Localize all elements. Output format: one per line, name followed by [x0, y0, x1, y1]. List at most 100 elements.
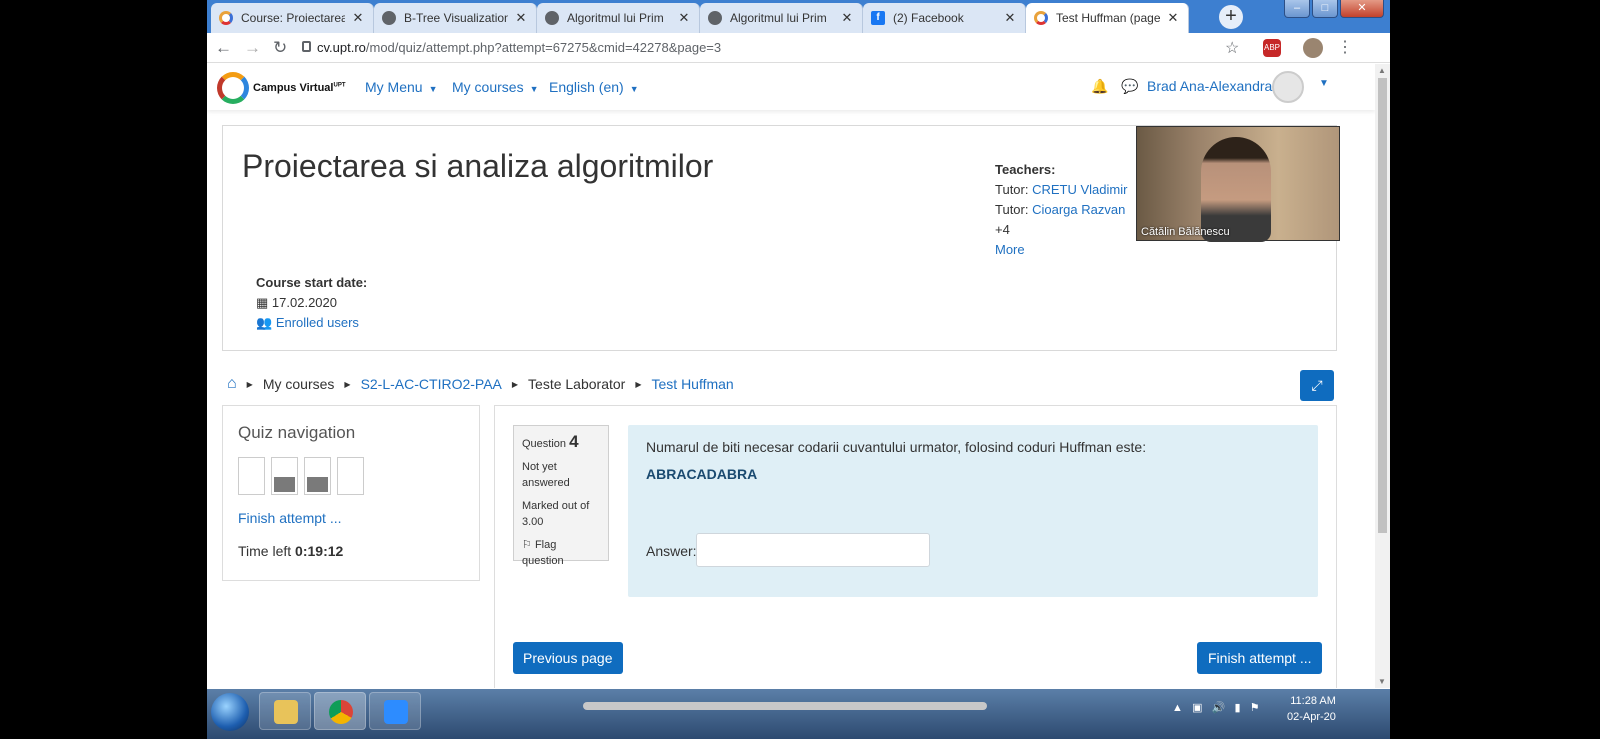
enrolled-users-link[interactable]: 👥 Enrolled users — [256, 315, 359, 331]
tab-title: Course: Proiectarea si — [241, 11, 345, 25]
breadcrumb-separator-icon: ▶ — [511, 379, 519, 389]
user-avatar[interactable] — [1272, 71, 1304, 103]
caret-down-icon: ▼ — [629, 84, 639, 94]
tab-course[interactable]: Course: Proiectarea si ✕ — [211, 3, 374, 33]
taskbar-chrome[interactable] — [314, 692, 366, 730]
reload-icon[interactable]: ↻ — [273, 38, 287, 58]
question-content: Numarul de biti necesar codarii cuvantul… — [628, 425, 1318, 597]
page-scrollbar[interactable]: ▲ ▼ — [1375, 64, 1390, 688]
my-courses-dropdown[interactable]: My courses ▼ — [452, 79, 539, 95]
folder-icon — [274, 700, 298, 724]
language-dropdown[interactable]: English (en) ▼ — [549, 79, 639, 95]
globe-icon — [708, 11, 722, 25]
teacher-link[interactable]: Cioarga Razvan — [1032, 202, 1125, 217]
scroll-down-icon[interactable]: ▼ — [1378, 677, 1386, 686]
calendar-icon: ▦ — [256, 295, 269, 310]
volume-icon[interactable]: 🔊 — [1212, 702, 1226, 714]
close-icon[interactable]: ✕ — [677, 10, 691, 26]
back-arrow-icon[interactable]: ← — [215, 38, 232, 58]
taskbar-zoom[interactable] — [369, 692, 421, 730]
flag-tray-icon[interactable]: ⚑ — [1250, 702, 1260, 714]
minimize-button[interactable]: – — [1284, 0, 1310, 18]
tab-test-huffman[interactable]: Test Huffman (page 4 ✕ — [1026, 3, 1189, 33]
tray-device-icon[interactable]: ▣ — [1192, 702, 1202, 714]
close-icon[interactable]: ✕ — [1003, 10, 1017, 26]
teacher-role: Tutor: — [995, 182, 1029, 197]
clock-time: 11:28 AM — [1290, 695, 1336, 707]
answered-marker — [274, 477, 295, 492]
tab-title: Algoritmul lui Prim — [730, 11, 827, 25]
tab-prim-1[interactable]: Algoritmul lui Prim ✕ — [537, 3, 700, 33]
window-controls: – □ ✕ — [1284, 0, 1384, 18]
maximize-button[interactable]: □ — [1312, 0, 1338, 18]
close-icon[interactable]: ✕ — [514, 10, 528, 26]
taskbar-clock[interactable]: 11:28 AM 02-Apr-20 — [1287, 693, 1336, 725]
my-menu-dropdown[interactable]: My Menu ▼ — [365, 79, 438, 95]
breadcrumb-teste-laborator[interactable]: Teste Laborator — [528, 376, 625, 392]
breadcrumb-separator-icon: ▶ — [635, 379, 642, 389]
previous-page-button[interactable]: Previous page — [513, 642, 623, 674]
time-left-label: Time left — [238, 543, 292, 559]
teachers-label: Teachers: — [995, 162, 1056, 177]
teacher-link[interactable]: CRETU Vladimir — [1032, 182, 1127, 197]
signal-icon[interactable]: ▮ — [1235, 702, 1241, 714]
question-status: Not yet answered — [522, 461, 570, 489]
quiz-nav-question-2[interactable] — [271, 457, 298, 495]
new-tab-button[interactable]: + — [1219, 5, 1243, 29]
system-tray: ▲ ▣ 🔊 ▮ ⚑ — [1172, 701, 1260, 714]
breadcrumb-my-courses[interactable]: My courses — [263, 376, 335, 392]
menu-label: My courses — [452, 79, 524, 95]
profile-avatar[interactable] — [1303, 38, 1323, 58]
menu-kebab-icon[interactable]: ⋮ — [1337, 37, 1353, 57]
flag-question-link[interactable]: ⚐ Flag question — [522, 537, 600, 569]
zoom-icon — [384, 700, 408, 724]
tab-btree[interactable]: B-Tree Visualization ✕ — [374, 3, 537, 33]
video-call-overlay[interactable]: Cătălin Bălănescu — [1136, 126, 1340, 242]
tab-prim-2[interactable]: Algoritmul lui Prim ✕ — [700, 3, 863, 33]
fullscreen-expand-button[interactable]: ⤢ — [1300, 370, 1334, 401]
course-start-label: Course start date: — [256, 275, 368, 290]
course-title: Proiectarea si analiza algoritmilor — [242, 148, 714, 184]
moodle-navbar: Campus VirtualUPT My Menu ▼ My courses ▼ E… — [207, 64, 1375, 110]
bell-icon[interactable]: 🔔 — [1091, 78, 1108, 95]
close-icon[interactable]: ✕ — [1166, 10, 1180, 26]
screen-share-scroll-pill[interactable] — [583, 702, 987, 710]
adblock-icon[interactable]: ABP — [1263, 39, 1281, 57]
home-icon[interactable]: ⌂ — [227, 375, 237, 393]
user-name[interactable]: Brad Ana-Alexandra — [1147, 78, 1272, 94]
question-number: 4 — [569, 432, 579, 451]
caret-down-icon: ▼ — [529, 84, 539, 94]
tray-arrow-icon[interactable]: ▲ — [1172, 702, 1183, 714]
answer-input[interactable] — [696, 533, 930, 567]
scroll-up-icon[interactable]: ▲ — [1378, 66, 1386, 75]
start-date-value: 17.02.2020 — [271, 295, 337, 310]
scrollbar-thumb[interactable] — [1378, 78, 1387, 533]
breadcrumb-separator-icon: ▶ — [246, 379, 253, 389]
more-teachers-link[interactable]: More — [995, 242, 1025, 257]
window-close-button[interactable]: ✕ — [1340, 0, 1384, 18]
finish-attempt-link[interactable]: Finish attempt ... — [238, 510, 341, 526]
forward-arrow-icon[interactable]: → — [244, 38, 261, 58]
quiz-nav-question-3[interactable] — [304, 457, 331, 495]
logo-text: Campus VirtualUPT — [253, 82, 346, 94]
url-field[interactable]: cv.upt.ro/mod/quiz/attempt.php?attempt=6… — [317, 40, 721, 55]
lock-icon — [302, 41, 311, 52]
breadcrumb-course[interactable]: S2-L-AC-CTIRO2-PAA — [361, 376, 502, 392]
tab-facebook[interactable]: f (2) Facebook ✕ — [863, 3, 1026, 33]
quiz-nav-question-1[interactable] — [238, 457, 265, 495]
close-icon[interactable]: ✕ — [840, 10, 854, 26]
close-icon[interactable]: ✕ — [351, 10, 365, 26]
globe-icon — [545, 11, 559, 25]
taskbar-explorer[interactable] — [259, 692, 311, 730]
chat-bubble-icon[interactable]: 💬 — [1121, 78, 1138, 95]
campus-virtual-logo-icon[interactable] — [217, 72, 249, 104]
windows-start-button[interactable] — [211, 693, 249, 731]
finish-attempt-button[interactable]: Finish attempt ... — [1197, 642, 1323, 674]
bookmark-star-icon[interactable]: ☆ — [1225, 38, 1239, 58]
question-marks: Marked out of 3.00 — [522, 500, 590, 528]
caret-down-icon[interactable]: ▼ — [1319, 78, 1329, 89]
quiz-main: Question 4 Not yet answered Marked out o… — [494, 405, 1337, 688]
quiz-nav-question-4[interactable] — [337, 457, 364, 495]
windows-taskbar: ▲ ▣ 🔊 ▮ ⚑ 11:28 AM 02-Apr-20 — [207, 689, 1390, 739]
breadcrumb-test-huffman[interactable]: Test Huffman — [652, 376, 734, 392]
